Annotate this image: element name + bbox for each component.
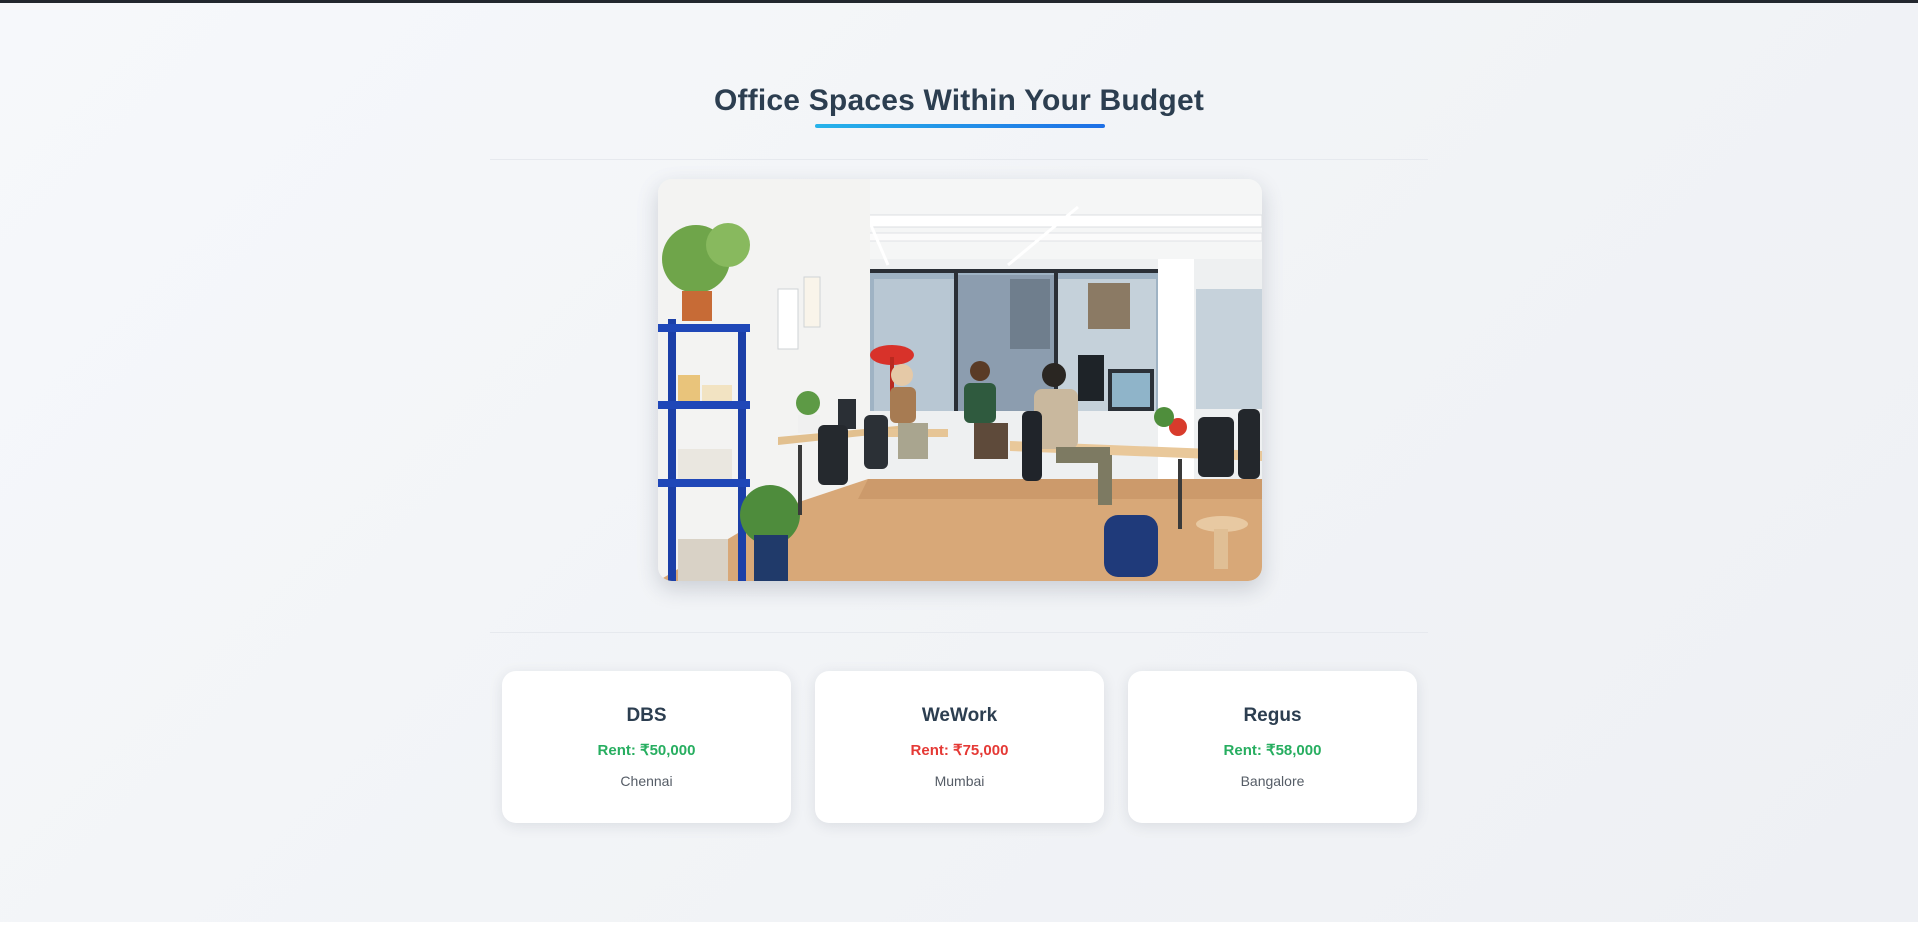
office-location: Chennai (620, 773, 673, 789)
page-title: Office Spaces Within Your Budget (713, 84, 1205, 117)
office-rent: Rent: ₹75,000 (910, 742, 1009, 759)
office-card-regus[interactable]: Regus Rent: ₹58,000 Bangalore (1128, 671, 1417, 823)
office-name: DBS (626, 705, 667, 726)
divider-top (490, 159, 1428, 160)
window-top-border (0, 0, 1918, 3)
office-photo-icon (658, 179, 1262, 581)
office-card-dbs[interactable]: DBS Rent: ₹50,000 Chennai (502, 671, 791, 823)
office-name: WeWork (921, 705, 998, 726)
office-cards: DBS Rent: ₹50,000 Chennai WeWork Rent: ₹… (502, 671, 1417, 823)
office-location: Mumbai (934, 773, 985, 789)
office-photo (658, 179, 1262, 581)
office-name: Regus (1243, 705, 1302, 726)
divider-bottom (490, 632, 1428, 633)
title-underline (815, 124, 1105, 128)
office-rent: Rent: ₹58,000 (1223, 742, 1322, 759)
bottom-strip (0, 922, 1918, 926)
office-rent: Rent: ₹50,000 (597, 742, 696, 759)
office-location: Bangalore (1240, 773, 1305, 789)
office-card-wework[interactable]: WeWork Rent: ₹75,000 Mumbai (815, 671, 1104, 823)
title-wrapper: Office Spaces Within Your Budget (0, 84, 1918, 118)
